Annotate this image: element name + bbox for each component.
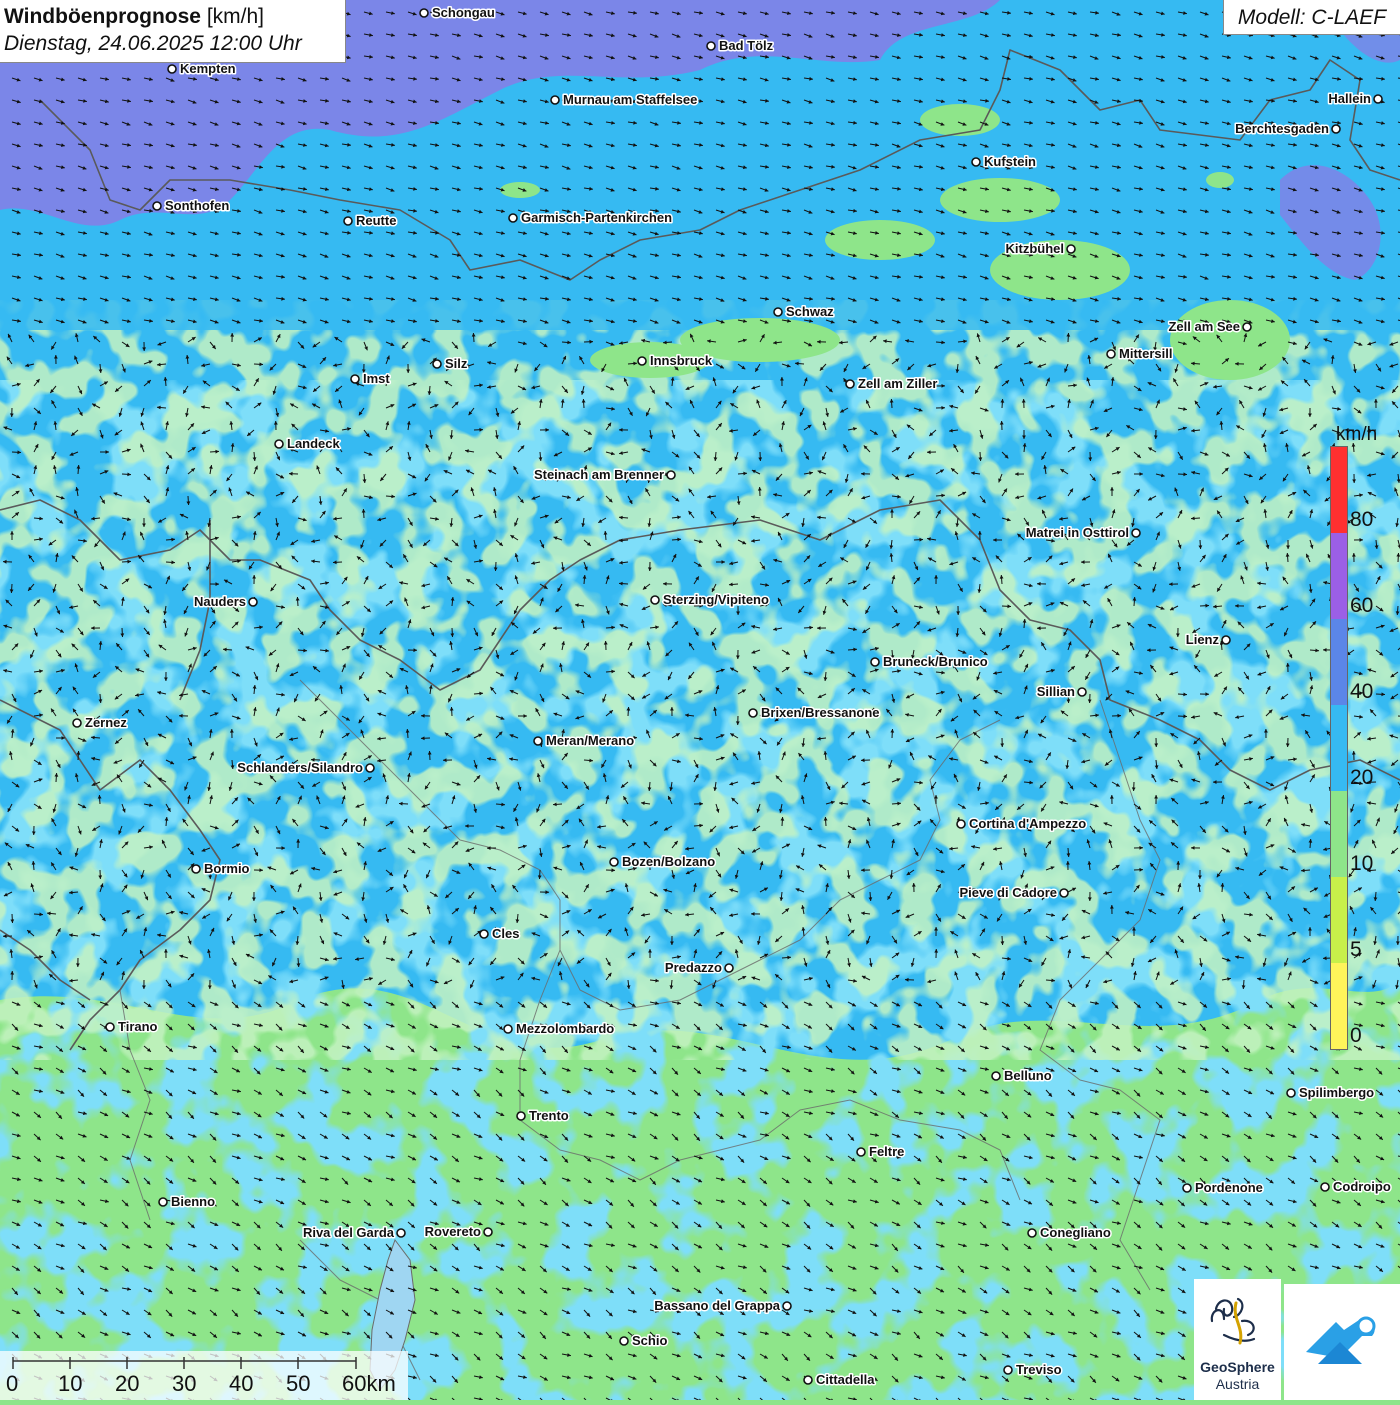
- noise-green-layer: [0, 300, 1400, 1060]
- wind-gust-map[interactable]: SchongauBad TölzKemptenMurnau am Staffel…: [0, 0, 1400, 1400]
